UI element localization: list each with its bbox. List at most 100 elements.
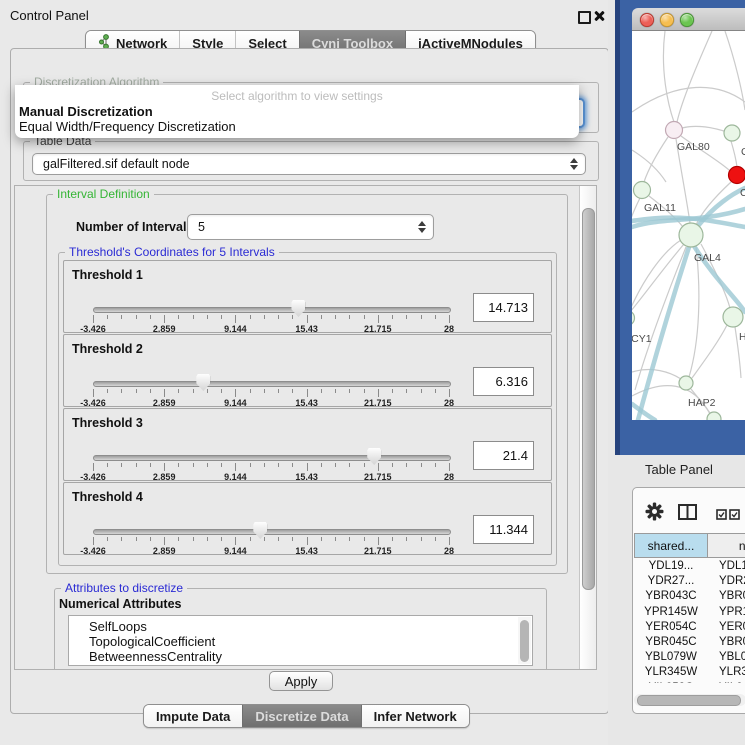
- gear-icon[interactable]: [645, 502, 664, 526]
- slider-tick: [93, 463, 94, 471]
- dropdown-item[interactable]: Manual Discretization: [19, 104, 153, 119]
- checkbox-icon[interactable]: [716, 507, 727, 525]
- slider-tick: [421, 463, 422, 467]
- threshold-slider[interactable]: -3.4262.8599.14415.4321.71528: [93, 303, 451, 333]
- network-edge[interactable]: [689, 247, 699, 377]
- panel-divider[interactable]: [615, 0, 620, 455]
- network-edge[interactable]: [632, 150, 666, 182]
- slider-track[interactable]: [93, 455, 451, 461]
- scrollbar-thumb[interactable]: [637, 695, 741, 706]
- slider-tick: [307, 389, 308, 397]
- settings-scrollpane: Interval Definition Number of Intervals …: [14, 185, 597, 670]
- threshold-value-field[interactable]: 14.713: [473, 293, 534, 322]
- network-graph[interactable]: GAL80GCGAL11GAL4GCY1HHAP2: [632, 31, 745, 420]
- minimize-light[interactable]: [660, 13, 674, 27]
- column-header-name[interactable]: na: [708, 533, 745, 558]
- panel-scrollbar[interactable]: [579, 186, 596, 669]
- slider-thumb[interactable]: [196, 374, 210, 391]
- number-of-intervals-combobox[interactable]: 5: [187, 214, 434, 240]
- slider-track[interactable]: [93, 529, 451, 535]
- network-node-gal4[interactable]: [679, 223, 703, 247]
- slider-thumb[interactable]: [253, 522, 267, 539]
- network-edge[interactable]: [644, 137, 668, 182]
- slider-track[interactable]: [93, 381, 451, 387]
- numerical-attributes-list[interactable]: SelfLoopsTopologicalCoefficientBetweenne…: [68, 615, 533, 666]
- network-node[interactable]: [707, 412, 721, 420]
- scrollbar-thumb[interactable]: [520, 620, 529, 662]
- network-node-hap2[interactable]: [679, 376, 693, 390]
- slider-tick: [406, 315, 407, 319]
- network-edge[interactable]: [663, 31, 674, 122]
- slider-thumb[interactable]: [367, 448, 381, 465]
- column-header-shared-name[interactable]: shared...: [634, 533, 708, 558]
- attribute-list-item[interactable]: SelfLoops: [89, 619, 147, 634]
- table-data-combobox[interactable]: galFiltered.sif default node: [32, 153, 586, 175]
- group-title: Interval Definition: [53, 187, 154, 201]
- zoom-light[interactable]: [680, 13, 694, 27]
- slider-tick: [321, 389, 322, 393]
- split-columns-icon[interactable]: [678, 504, 697, 525]
- network-edge[interactable]: [677, 31, 712, 122]
- slider-tick: [207, 537, 208, 541]
- close-panel-icon[interactable]: [593, 10, 605, 22]
- threshold-slider[interactable]: -3.4262.8599.14415.4321.71528: [93, 525, 451, 555]
- network-node-gal80[interactable]: [666, 122, 683, 139]
- attribute-list-item[interactable]: BetweennessCentrality: [89, 649, 222, 664]
- network-node-gal11[interactable]: [634, 182, 651, 199]
- network-window-titlebar[interactable]: [632, 8, 745, 31]
- table-row[interactable]: YDR27...YDR2: [634, 575, 745, 590]
- slider-track[interactable]: [93, 307, 451, 313]
- threshold-slider[interactable]: -3.4262.8599.14415.4321.71528: [93, 451, 451, 481]
- network-edge[interactable]: [632, 87, 745, 112]
- threshold-value-field[interactable]: 6.316: [473, 367, 534, 396]
- slider-tick: [193, 389, 194, 393]
- close-light[interactable]: [640, 13, 654, 27]
- tab-label: Discretize Data: [255, 709, 348, 724]
- tab-discretize-data[interactable]: Discretize Data: [242, 705, 360, 727]
- network-edge[interactable]: [725, 31, 745, 110]
- threshold-value-field[interactable]: 21.4: [473, 441, 534, 470]
- slider-tick-label: 28: [444, 472, 454, 482]
- checkbox-icon[interactable]: [729, 507, 740, 525]
- tab-infer-network[interactable]: Infer Network: [361, 705, 469, 727]
- scrollbar-thumb[interactable]: [582, 208, 595, 590]
- float-window-icon[interactable]: [578, 11, 591, 24]
- table-row[interactable]: YBR045CYBR0: [634, 636, 745, 651]
- apply-button[interactable]: Apply: [269, 671, 333, 691]
- slider-tick: [250, 537, 251, 541]
- slider-tick-label: 2.859: [153, 398, 176, 408]
- interval-definition-group: Interval Definition Number of Intervals …: [46, 194, 568, 574]
- network-edge[interactable]: [682, 126, 724, 131]
- network-edge[interactable]: [635, 247, 686, 390]
- table-horizontal-scrollbar[interactable]: [634, 694, 745, 706]
- slider-tick: [136, 537, 137, 541]
- table-row[interactable]: YDL19...YDL1: [634, 560, 745, 575]
- network-edge[interactable]: [632, 244, 684, 312]
- network-view-canvas[interactable]: GAL80GCGAL11GAL4GCY1HHAP2: [632, 31, 745, 420]
- table-row[interactable]: YPR145WYPR1: [634, 606, 745, 621]
- attribute-list-item[interactable]: TopologicalCoefficient: [89, 634, 215, 649]
- network-edge-thick[interactable]: [698, 188, 745, 226]
- threshold-value-field[interactable]: 11.344: [473, 515, 534, 544]
- threshold-slider[interactable]: -3.4262.8599.14415.4321.71528: [93, 377, 451, 407]
- slider-tick: [364, 463, 365, 467]
- table-row[interactable]: YBL079WYBL0: [634, 651, 745, 666]
- table-row[interactable]: YIL052CYIL0: [634, 682, 745, 683]
- list-scrollbar[interactable]: [518, 617, 531, 664]
- tab-impute-data[interactable]: Impute Data: [144, 705, 242, 727]
- network-node-h[interactable]: [723, 307, 743, 327]
- slider-tick: [221, 389, 222, 393]
- slider-tick: [221, 315, 222, 319]
- network-node-gcy1[interactable]: [632, 311, 635, 326]
- slider-tick-label: 21.715: [364, 546, 392, 556]
- table-row[interactable]: YER054CYER0: [634, 621, 745, 636]
- table-row[interactable]: YLR345WYLR3: [634, 666, 745, 681]
- slider-thumb[interactable]: [291, 300, 305, 317]
- cell-shared-name: YLR345W: [634, 666, 708, 678]
- network-edge[interactable]: [731, 141, 737, 167]
- network-node-c[interactable]: [729, 167, 745, 184]
- network-node-g[interactable]: [724, 125, 740, 141]
- table-row[interactable]: YBR043CYBR0: [634, 590, 745, 605]
- slider-tick-label: 28: [444, 324, 454, 334]
- dropdown-item[interactable]: Equal Width/Frequency Discretization: [19, 119, 236, 134]
